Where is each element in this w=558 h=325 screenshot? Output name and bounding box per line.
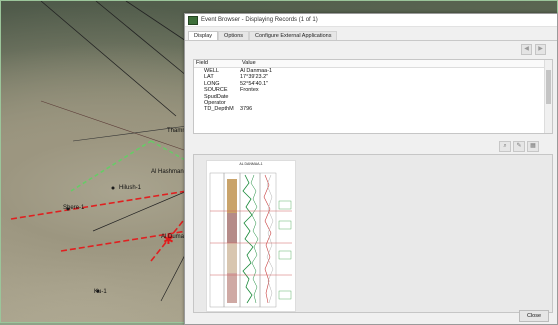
zoom-button[interactable]: ⌕: [499, 141, 511, 152]
previous-record-button[interactable]: ◀: [521, 44, 532, 55]
tab-configure-external-applications[interactable]: Configure External Applications: [249, 31, 338, 40]
table-header: Field Value: [194, 60, 552, 68]
chevron-right-icon: ▶: [538, 46, 543, 52]
grid-icon: ▦: [530, 143, 536, 149]
edit-button[interactable]: ✎: [513, 141, 525, 152]
tab-options[interactable]: Options: [218, 31, 250, 40]
fit-view-button[interactable]: ▦: [527, 141, 539, 152]
well-log-title: AL DANMAA-1: [239, 162, 263, 166]
map-label-hilush: Hilush-1: [119, 185, 142, 191]
app-icon: [188, 15, 198, 25]
window-title: Event Browser - Displaying Records (1 of…: [201, 17, 318, 23]
map-label-shere: Shere-1: [63, 205, 85, 211]
record-table: Field Value WELL Al Danmaa-1 LAT 17°39'2…: [193, 59, 553, 134]
value-cell: Frontex: [240, 87, 259, 94]
chevron-left-icon: ◀: [524, 46, 529, 52]
scrollbar-thumb[interactable]: [546, 70, 551, 104]
column-header-value: Value: [242, 60, 256, 66]
map-label-kulu: Ku-1: [94, 289, 107, 295]
attachment-viewer[interactable]: AL DANMAA-1: [193, 154, 553, 313]
value-cell: 3796: [240, 106, 253, 113]
table-row[interactable]: TD_DepthM 3796: [194, 106, 552, 112]
record-nav: ◀ ▶: [185, 41, 557, 55]
well-log-image: AL DANMAA-1: [206, 160, 296, 312]
event-browser-window: Event Browser - Displaying Records (1 of…: [184, 13, 558, 325]
map-label-al-hashman: Al Hashman-: [151, 169, 186, 175]
pencil-icon: ✎: [516, 143, 522, 149]
next-record-button[interactable]: ▶: [535, 44, 546, 55]
table-scrollbar[interactable]: [544, 60, 552, 133]
magnifier-icon: ⌕: [503, 143, 507, 149]
column-header-field: Field: [196, 60, 208, 66]
tab-strip: Display Options Configure External Appli…: [185, 30, 557, 41]
tab-display[interactable]: Display: [188, 31, 219, 40]
field-cell: TD_DepthM: [204, 106, 234, 113]
close-button[interactable]: Close: [519, 310, 549, 322]
window-titlebar[interactable]: Event Browser - Displaying Records (1 of…: [185, 14, 557, 27]
well-log-graphic: [209, 172, 292, 308]
